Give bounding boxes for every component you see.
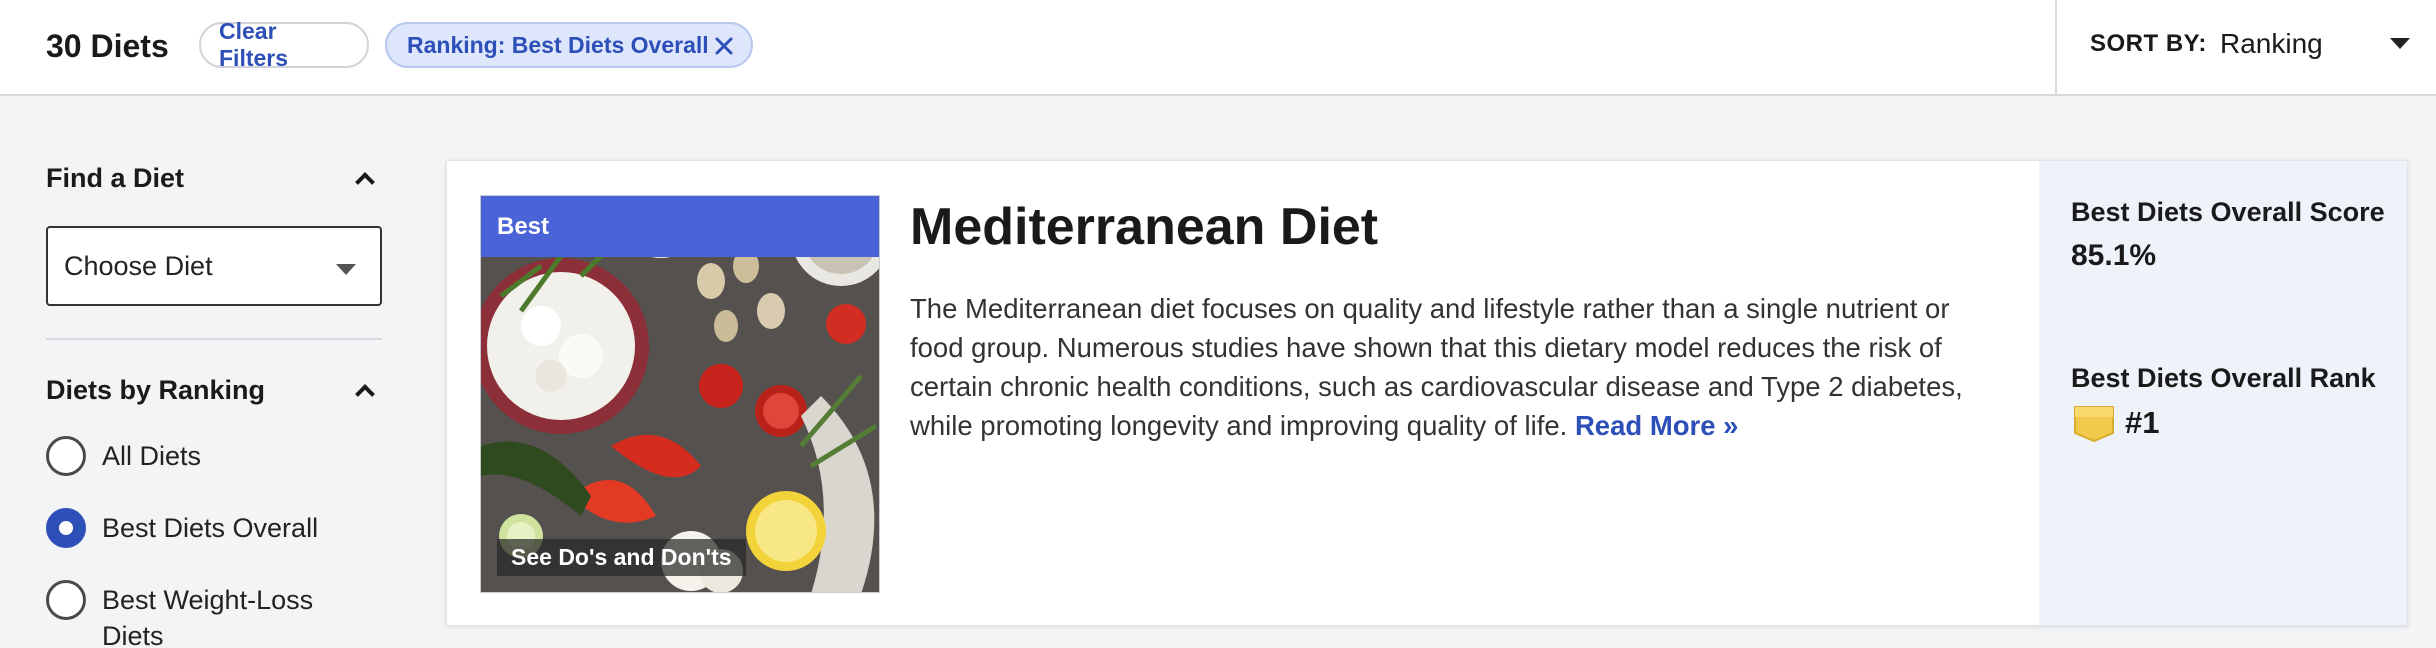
choose-diet-value: Choose Diet (64, 250, 213, 281)
award-ribbon-icon (2074, 406, 2114, 443)
chevron-up-icon (355, 384, 375, 404)
active-filter-label: Ranking: Best Diets Overall (407, 31, 709, 58)
find-diet-section-toggle[interactable]: Find a Diet (46, 158, 382, 198)
ranking-option-all-diets[interactable]: All Diets (46, 436, 382, 476)
rank-row: #1 (2071, 403, 2159, 443)
ranking-option-best-diets-overall[interactable]: Best Diets Overall (46, 508, 382, 548)
filter-toolbar: 30 Diets Clear Filters Ranking: Best Die… (0, 0, 2436, 96)
sidebar-divider (46, 338, 382, 340)
diet-card: Best See Do's and Don'ts Mediterranean D… (446, 160, 2408, 626)
clear-filters-button[interactable]: Clear Filters (199, 18, 369, 71)
radio-button-checked[interactable] (46, 508, 86, 548)
rank-label: Best Diets Overall Rank (2071, 363, 2376, 393)
active-filter-chip[interactable]: Ranking: Best Diets Overall (385, 22, 753, 68)
score-panel: Best Diets Overall Score 85.1% Best Diet… (2039, 161, 2407, 625)
diets-by-ranking-section-toggle[interactable]: Diets by Ranking (46, 370, 382, 410)
chevron-down-icon[interactable] (2390, 38, 2410, 49)
find-diet-title: Find a Diet (46, 162, 185, 193)
radio-label: Best Weight-Loss Diets (102, 585, 314, 648)
score-value: 85.1% (2071, 239, 2157, 272)
chevron-down-icon (336, 264, 356, 275)
score-label: Best Diets Overall Score (2071, 197, 2385, 227)
diet-title[interactable]: Mediterranean Diet (910, 197, 1378, 257)
sort-select[interactable]: Ranking (2220, 28, 2323, 60)
clear-filters-label: Clear Filters (219, 18, 289, 71)
close-icon[interactable] (711, 33, 737, 59)
result-count: 30 Diets (46, 28, 169, 64)
rank-value: #1 (2125, 405, 2160, 440)
radio-label: Best Diets Overall (102, 513, 319, 543)
ranking-option-best-weight-loss-diets[interactable]: Best Weight-Loss Diets (46, 580, 382, 648)
sort-by-label: SORT BY: (2090, 30, 2207, 57)
diet-image-link[interactable]: Best See Do's and Don'ts (480, 195, 880, 593)
read-more-link[interactable]: Read More » (1575, 410, 1739, 441)
toolbar-divider (2055, 0, 2057, 96)
diet-description-text: The Mediterranean diet focuses on qualit… (910, 293, 1963, 441)
radio-button[interactable] (46, 436, 86, 476)
choose-diet-select[interactable]: Choose Diet (46, 226, 382, 306)
diet-description: The Mediterranean diet focuses on qualit… (910, 289, 2000, 445)
radio-label: All Diets (102, 441, 202, 471)
image-caption: See Do's and Don'ts (497, 539, 746, 576)
chevron-up-icon (355, 172, 375, 192)
diets-by-ranking-title: Diets by Ranking (46, 374, 266, 405)
best-badge: Best (481, 196, 879, 257)
radio-button[interactable] (46, 580, 86, 620)
